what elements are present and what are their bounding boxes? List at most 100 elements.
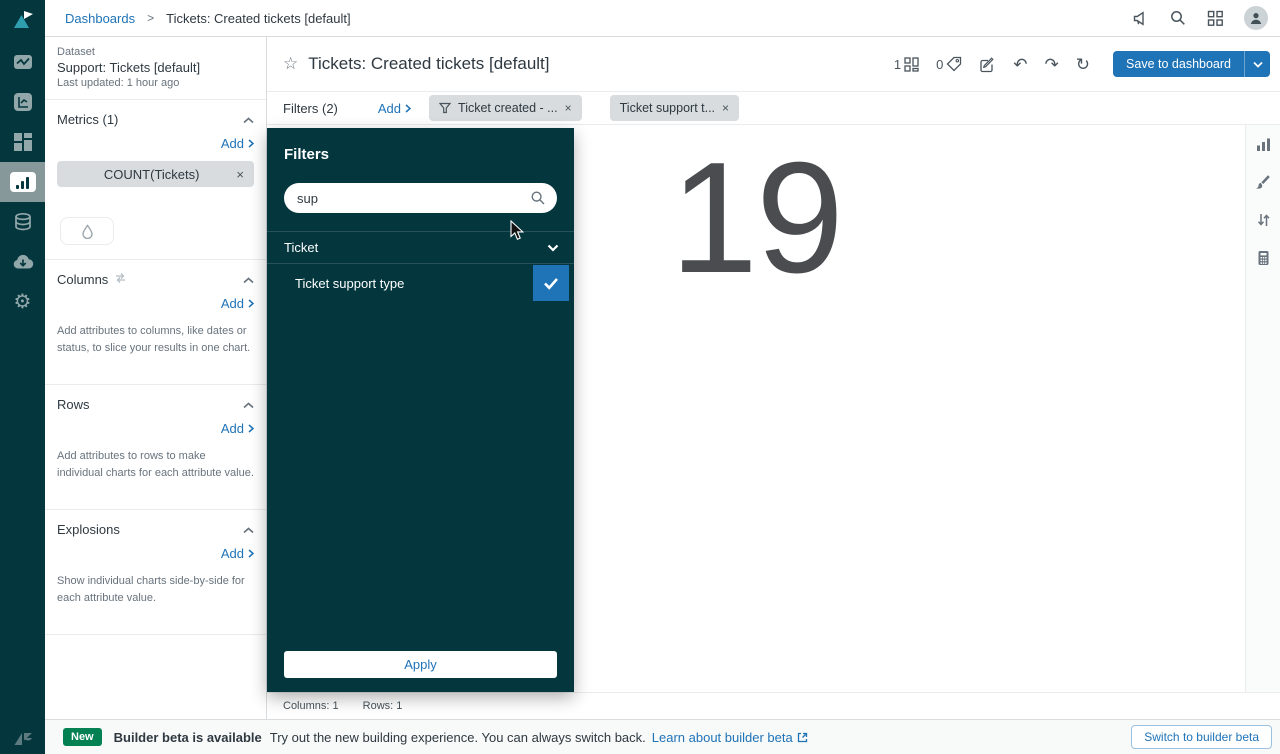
popup-title: Filters <box>284 146 330 163</box>
rows-section: Rows Add Add attributes to rows to make … <box>45 385 266 510</box>
popup-group-ticket[interactable]: Ticket <box>267 231 574 264</box>
metrics-add-button[interactable]: Add <box>221 136 254 151</box>
explosions-add-button[interactable]: Add <box>221 546 254 561</box>
redo-icon[interactable]: ↷ <box>1045 56 1059 73</box>
metric-chip-label: COUNT(Tickets) <box>103 166 200 182</box>
columns-add-button[interactable]: Add <box>221 296 254 311</box>
dataset-label: Dataset <box>57 46 95 58</box>
search-icon <box>530 190 546 211</box>
chevron-down-icon <box>547 240 559 255</box>
explosions-title: Explosions <box>57 522 120 537</box>
explosions-section: Explosions Add Show individual charts si… <box>45 510 266 635</box>
filter-chip-label: Ticket support t... <box>619 101 716 115</box>
beta-footer: New Builder beta is available Try out th… <box>45 719 1280 754</box>
filter-remove-icon[interactable]: × <box>565 101 572 115</box>
filter-chip-ticket-support-type[interactable]: Ticket support t... × <box>609 95 740 121</box>
breadcrumb-dashboards-link[interactable]: Dashboards <box>65 11 135 26</box>
metrics-title: Metrics (1) <box>57 112 119 127</box>
chevron-up-icon[interactable] <box>243 272 254 287</box>
calculator-icon[interactable] <box>1256 250 1271 266</box>
builder-panel: Dataset Support: Tickets [default] Last … <box>45 37 267 719</box>
columns-section: Columns Add Add attributes to columns, l… <box>45 260 266 385</box>
refresh-icon[interactable]: ↻ <box>1076 56 1090 73</box>
filter-chip-label: Ticket created - ... <box>458 101 558 115</box>
status-columns: Columns: 1 <box>283 700 339 712</box>
chevron-up-icon[interactable] <box>243 397 254 412</box>
popup-option-label: Ticket support type <box>295 275 405 291</box>
filter-chip-ticket-created[interactable]: Ticket created - ... × <box>429 95 582 121</box>
switch-to-builder-button[interactable]: Switch to builder beta <box>1131 725 1272 749</box>
funnel-icon <box>439 102 452 114</box>
search-icon[interactable] <box>1169 9 1187 27</box>
dashboards-count-button[interactable]: 1 <box>894 57 919 72</box>
zendesk-logo-icon <box>0 730 45 748</box>
checkbox-checked[interactable] <box>533 265 569 301</box>
bar-chart-icon <box>9 172 36 192</box>
nav-reports-icon[interactable] <box>0 42 45 82</box>
dashboards-count: 1 <box>893 56 902 72</box>
filters-add-button[interactable]: Add <box>378 101 412 116</box>
chevron-up-icon[interactable] <box>243 112 254 127</box>
dashboard-grid-icon <box>904 56 919 72</box>
save-dropdown-button[interactable] <box>1244 51 1270 77</box>
top-bar: Dashboards > Tickets: Created tickets [d… <box>45 0 1280 37</box>
explore-app: ⚙ Dashboards > Tickets: Created tickets … <box>0 0 1280 754</box>
product-rail: ⚙ <box>0 0 45 754</box>
dataset-info: Dataset Support: Tickets [default] Last … <box>45 37 266 100</box>
external-link-icon <box>797 732 807 742</box>
rows-title: Rows <box>57 397 90 412</box>
chevron-up-icon[interactable] <box>243 522 254 537</box>
popup-search-input[interactable] <box>284 183 557 213</box>
rows-hint: Add attributes to rows to make individua… <box>57 450 254 479</box>
save-to-dashboard-button[interactable]: Save to dashboard <box>1113 51 1244 77</box>
undo-icon[interactable]: ↶ <box>1013 56 1027 73</box>
nav-charts-icon[interactable] <box>0 82 45 122</box>
columns-hint: Add attributes to columns, like dates or… <box>57 325 251 354</box>
chart-config-brush-icon[interactable] <box>1255 174 1271 190</box>
learn-about-builder-link[interactable]: Learn about builder beta <box>652 730 808 745</box>
status-bar: Columns: 1 Rows: 1 <box>267 692 1280 719</box>
rows-add-button[interactable]: Add <box>221 421 254 436</box>
kpi-value: 19 <box>670 130 844 306</box>
nav-datasets-icon[interactable] <box>0 202 45 242</box>
nav-dashboards-icon[interactable] <box>0 122 45 162</box>
apply-button[interactable]: Apply <box>284 651 557 678</box>
metric-chip[interactable]: COUNT(Tickets) × <box>57 161 254 187</box>
chart-type-icon[interactable] <box>1256 137 1271 152</box>
dataset-name: Support: Tickets [default] <box>57 60 201 75</box>
nav-admin-icon[interactable]: ⚙ <box>0 282 45 322</box>
chevron-down-icon <box>1252 61 1263 68</box>
status-rows: Rows: 1 <box>362 700 403 712</box>
favorite-star-icon[interactable]: ☆ <box>283 54 298 74</box>
tags-count-button[interactable]: 0 <box>936 56 962 72</box>
breadcrumb-current: Tickets: Created tickets [default] <box>166 10 351 26</box>
explosions-hint: Show individual charts side-by-side for … <box>57 575 245 604</box>
edit-icon[interactable] <box>979 56 996 73</box>
filters-bar: Filters (2) Add Ticket created - ... × T… <box>267 92 1280 125</box>
dataset-updated: Last updated: 1 hour ago <box>57 77 180 89</box>
nav-queries-icon[interactable] <box>0 162 45 202</box>
metric-remove-icon[interactable]: × <box>236 167 244 182</box>
query-header: ☆ Tickets: Created tickets [default] 1 0… <box>267 37 1280 92</box>
nav-downloads-icon[interactable] <box>0 242 45 282</box>
footer-description: Try out the new building experience. You… <box>269 729 646 745</box>
right-toolstrip <box>1245 125 1280 692</box>
filter-remove-icon[interactable]: × <box>722 101 729 115</box>
filters-bar-label: Filters (2) <box>283 100 338 116</box>
popup-group-label: Ticket <box>284 240 319 255</box>
sort-icon[interactable] <box>1256 212 1271 228</box>
save-to-dashboard-split-button: Save to dashboard <box>1113 51 1270 77</box>
check-icon <box>544 277 558 290</box>
user-avatar[interactable] <box>1244 6 1268 30</box>
swap-icon <box>114 272 127 287</box>
gear-icon: ⚙ <box>13 291 32 313</box>
popup-option-ticket-support-type[interactable]: Ticket support type <box>267 264 574 302</box>
announcements-icon[interactable] <box>1131 9 1149 27</box>
footer-title: Builder beta is available <box>113 729 262 745</box>
apps-grid-icon[interactable] <box>1207 10 1224 27</box>
explore-logo-icon[interactable] <box>0 0 45 42</box>
metric-filter-button[interactable] <box>60 217 114 245</box>
new-badge: New <box>63 728 102 746</box>
query-title: Tickets: Created tickets [default] <box>308 54 550 73</box>
metrics-section: Metrics (1) Add COUNT(Tickets) × <box>45 100 266 260</box>
